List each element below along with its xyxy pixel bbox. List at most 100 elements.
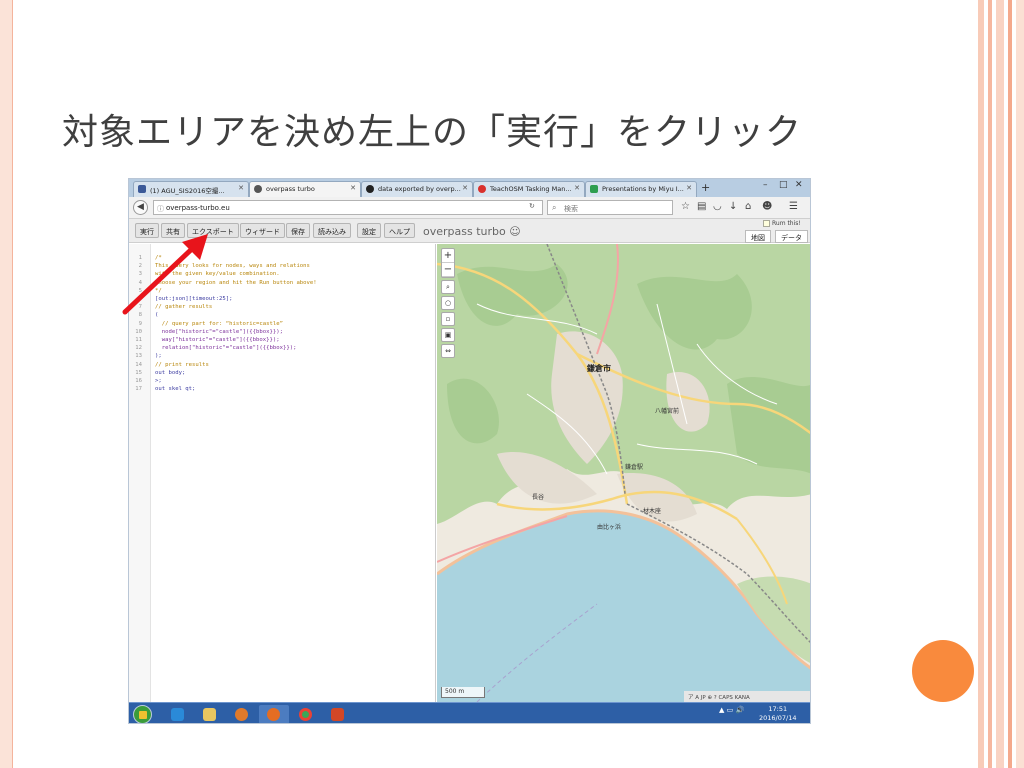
new-tab-button[interactable]: + [701,181,710,194]
tab-label: overpass turbo [266,185,315,193]
tab-label: data exported by overp... [378,185,461,193]
browser-tab-bar: (1) AGU_SIS2016空撮... ✕ overpass turbo ✕ … [129,179,810,197]
clock-time: 17:51 [768,705,788,713]
bookmark-star-icon[interactable]: ☆ [681,201,690,212]
taskbar-app-powerpoint[interactable] [323,705,353,723]
browser-screenshot: (1) AGU_SIS2016空撮... ✕ overpass turbo ✕ … [128,178,811,724]
close-icon[interactable]: ✕ [462,184,468,192]
chat-icon[interactable]: ☻ [762,201,772,212]
menu-icon[interactable]: ☰ [789,201,798,212]
code-line: node["historic"="castle"]({{bbox}}); [155,328,283,335]
tab-data[interactable]: データ [775,230,808,243]
ie-icon [171,708,184,721]
start-button[interactable] [133,705,152,723]
slide-title: 対象エリアを決め左上の「実行」をクリック [62,112,803,153]
url-text: overpass-turbo.eu [166,204,230,212]
app-title: overpass turbo ☺ [423,225,521,238]
map-search-icon[interactable]: ⌕ [441,280,455,294]
overpass-logo-icon: ☺ [509,225,521,238]
map-label: 材木座 [643,508,662,515]
red-arrow-annotation [122,234,208,315]
slide-right-stripe [988,0,992,768]
map-label-city: 鎌倉市 [587,364,611,373]
maximize-button[interactable]: □ [779,180,788,190]
folder-icon [203,708,216,721]
map-view[interactable]: + − ⌕ ○ ▫ ▣ ⇔ 鎌倉市 鎌倉駅 長谷 材木座 八幡宮前 由比ヶ浜 5… [437,244,810,702]
close-icon[interactable]: ✕ [350,184,356,192]
tab-label: Presentations by Miyu I... [602,185,684,193]
browser-tab[interactable]: (1) AGU_SIS2016空撮... ✕ [133,181,249,197]
map-label: 長谷 [532,494,545,501]
settings-button[interactable]: 設定 [357,223,381,238]
tab-label: TeachOSM Tasking Man... [490,185,572,193]
firefox-icon [267,708,280,721]
code-line: relation["historic"="castle"]({{bbox}}); [155,345,297,352]
line-number: 15 [135,369,142,376]
app-title-text: overpass turbo [423,225,506,238]
close-window-button[interactable]: ✕ [795,180,803,190]
code-line: out body; [155,369,186,376]
system-tray-icons[interactable]: ▲ ▭ 🔊 [719,706,744,714]
wizard-button[interactable]: ウィザード [240,223,285,238]
line-number: 11 [135,337,142,343]
run-this-checkbox[interactable]: Rum this! [763,220,801,227]
back-button[interactable]: ◀ [133,200,148,215]
close-icon[interactable]: ✕ [238,184,244,192]
github-icon [366,185,374,193]
slide-right-stripe [996,0,1004,768]
zoom-in-button[interactable]: + [442,249,454,263]
load-button[interactable]: 読み込み [313,223,351,238]
browser-tab[interactable]: Presentations by Miyu I... ✕ [585,181,697,197]
overpass-icon [254,185,262,193]
ime-language-bar[interactable]: ア A JP ⊕ ? CAPS KANA [684,691,810,702]
windows-taskbar: ▲ ▭ 🔊 17:51 2016/07/14 [129,702,810,723]
help-button[interactable]: ヘルプ [384,223,415,238]
minimize-button[interactable]: – [763,180,768,190]
browser-nav-bar: ◀ ⓘ overpass-turbo.eu ↻ ⌕ 検索 ☆ ▤ ◡ ↓ ⌂ ☻… [129,197,810,219]
close-icon[interactable]: ✕ [574,184,580,192]
reload-icon[interactable]: ↻ [529,202,535,210]
tab-map[interactable]: 地図 [745,230,771,243]
zoom-out-button[interactable]: − [442,263,454,277]
browser-tab-active[interactable]: overpass turbo ✕ [249,181,361,197]
search-icon: ⌕ [552,203,557,212]
taskbar-app-ie[interactable] [163,705,193,723]
taskbar-app-chrome[interactable] [291,705,321,723]
taskbar-app-firefox[interactable] [259,705,289,723]
code-line: way["historic"="castle"]({{bbox}}); [155,337,280,343]
slides-icon [590,185,598,193]
zoom-to-data-icon[interactable]: ▫ [441,312,455,326]
slide-right-stripe [1008,0,1012,768]
map-tiles [437,244,810,702]
close-icon[interactable]: ✕ [686,184,692,192]
slide-orange-circle [912,640,974,702]
code-line: ); [155,353,162,360]
line-number: 13 [135,353,142,360]
taskbar-app-explorer[interactable] [195,705,225,723]
clock-date: 2016/07/14 [759,714,797,722]
code-line: // print results [155,361,209,368]
browser-tab[interactable]: TeachOSM Tasking Man... ✕ [473,181,585,197]
address-bar[interactable]: ⓘ overpass-turbo.eu [153,200,543,215]
browser-tab[interactable]: data exported by overp... ✕ [361,181,473,197]
home-icon[interactable]: ⌂ [745,201,751,212]
taskbar-clock[interactable]: 17:51 2016/07/14 [759,705,796,723]
taskbar-app-media[interactable] [227,705,257,723]
teachosm-icon [478,185,486,193]
info-icon[interactable]: ⓘ [157,204,164,214]
reading-list-icon[interactable]: ▤ [697,201,706,212]
pocket-icon[interactable]: ◡ [713,201,722,212]
facebook-icon [138,185,146,193]
fullscreen-icon[interactable]: ⇔ [441,344,455,358]
code-line: // query part for: “historic=castle” [155,320,283,327]
locate-icon[interactable]: ○ [441,296,455,310]
line-number: 16 [135,378,142,384]
line-number: 12 [135,345,142,352]
layers-icon[interactable]: ▣ [441,328,455,342]
line-number: 9 [138,320,142,327]
search-input[interactable]: ⌕ 検索 [547,200,673,215]
slide-left-border [0,0,13,768]
save-button[interactable]: 保存 [286,223,310,238]
checkbox-icon [763,220,770,227]
download-icon[interactable]: ↓ [729,201,737,212]
